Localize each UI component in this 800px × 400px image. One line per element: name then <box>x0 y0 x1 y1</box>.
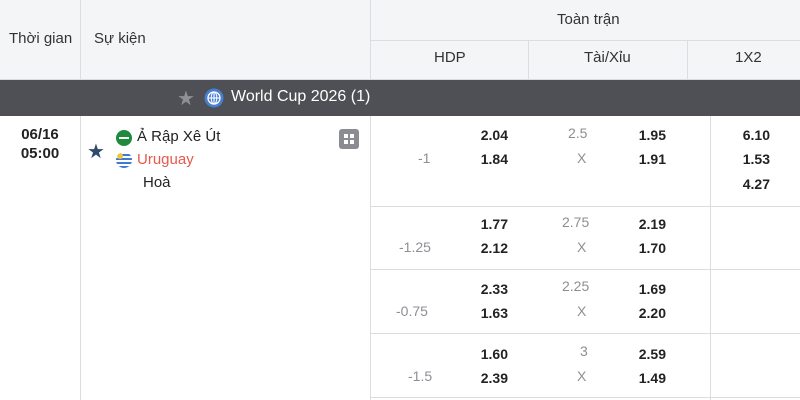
home-team[interactable]: Ả Rập Xê Út <box>137 128 220 145</box>
hdp-home-odds[interactable]: 1.77 <box>460 216 508 232</box>
header-divider <box>370 40 800 41</box>
ou-x-label: X <box>577 303 587 319</box>
globe-icon <box>204 88 224 108</box>
ou-under-odds[interactable]: 1.49 <box>618 370 666 386</box>
header-sep-2 <box>370 0 371 80</box>
ou-over-odds[interactable]: 1.95 <box>618 127 666 143</box>
favorite-star-icon[interactable]: ★ <box>87 139 105 164</box>
hdp-line: -1.25 <box>399 239 431 255</box>
stats-icon[interactable] <box>339 129 359 149</box>
hdp-away-odds[interactable]: 2.12 <box>460 240 508 256</box>
hdp-home-odds[interactable]: 2.33 <box>460 281 508 297</box>
column-hdp: HDP <box>434 49 466 66</box>
x12-away-odds[interactable]: 1.53 <box>722 151 770 167</box>
body-sep-1x2 <box>710 116 711 400</box>
column-time: Thời gian <box>9 30 73 47</box>
match-time-cell: 06/16 05:00 <box>0 116 80 400</box>
ou-over-odds[interactable]: 2.59 <box>618 346 666 362</box>
ou-line: 2.25 <box>562 278 590 294</box>
hdp-away-odds[interactable]: 1.63 <box>460 305 508 321</box>
away-team[interactable]: Uruguay <box>137 151 194 168</box>
body-sep-event <box>370 116 371 400</box>
league-name: World Cup 2026 (1) <box>231 88 371 105</box>
header-sep-4 <box>687 40 688 80</box>
ou-x-label: X <box>577 239 587 255</box>
star-icon[interactable]: ★ <box>177 86 195 111</box>
hdp-line: -0.75 <box>396 303 428 319</box>
hdp-line: -1.5 <box>408 368 433 384</box>
ou-under-odds[interactable]: 1.70 <box>618 240 666 256</box>
hdp-line: -1 <box>418 150 431 166</box>
uruguay-flag-icon <box>116 152 132 168</box>
header-sep-3 <box>528 40 529 80</box>
league-bar[interactable]: ★ World Cup 2026 (1) <box>0 80 800 116</box>
column-event: Sự kiện <box>94 30 146 47</box>
ou-line: 2.75 <box>562 214 590 230</box>
ou-x-label: X <box>577 150 587 166</box>
column-1x2: 1X2 <box>735 49 762 66</box>
header-sep-1 <box>80 0 81 80</box>
ou-under-odds[interactable]: 2.20 <box>618 305 666 321</box>
match-time: 05:00 <box>20 145 60 162</box>
row-divider-1 <box>370 206 800 207</box>
row-divider-4 <box>370 397 800 398</box>
hdp-home-odds[interactable]: 1.60 <box>460 346 508 362</box>
ou-over-odds[interactable]: 2.19 <box>618 216 666 232</box>
row-divider-3 <box>370 333 800 334</box>
ou-line: 2.5 <box>568 125 588 141</box>
hdp-home-odds[interactable]: 2.04 <box>460 127 508 143</box>
x12-home-odds[interactable]: 6.10 <box>722 127 770 143</box>
saudi-flag-icon <box>116 130 132 146</box>
draw-label: Hoà <box>143 174 171 191</box>
ou-over-odds[interactable]: 1.69 <box>618 281 666 297</box>
ou-x-label: X <box>577 368 587 384</box>
hdp-away-odds[interactable]: 2.39 <box>460 370 508 386</box>
column-full-match: Toàn trận <box>557 11 620 28</box>
hdp-away-odds[interactable]: 1.84 <box>460 151 508 167</box>
match-date: 06/16 <box>21 126 59 143</box>
ou-under-odds[interactable]: 1.91 <box>618 151 666 167</box>
body-sep-time <box>80 116 81 400</box>
row-divider-2 <box>370 269 800 270</box>
ou-line: 3 <box>580 343 588 359</box>
x12-draw-odds[interactable]: 4.27 <box>722 176 770 192</box>
column-over-under: Tài/Xỉu <box>584 49 631 66</box>
